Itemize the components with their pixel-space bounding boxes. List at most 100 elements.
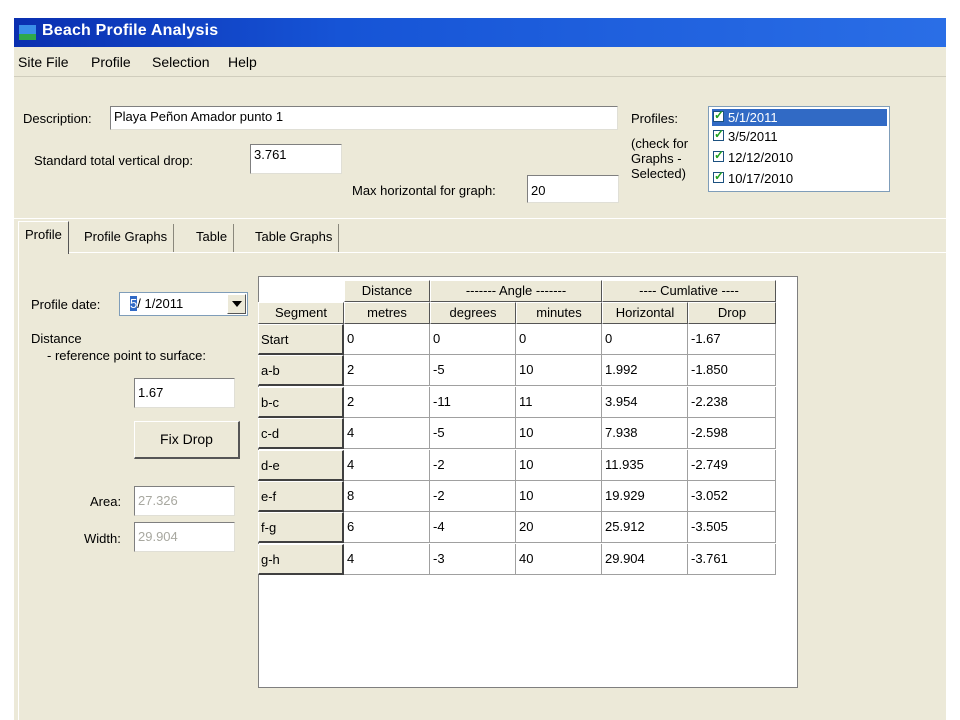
table-cell-minutes[interactable]: 10 xyxy=(516,450,602,481)
column-header-horizontal[interactable]: Horizontal xyxy=(602,302,688,324)
table-cell-degrees[interactable]: -4 xyxy=(430,512,516,543)
table-cell-horizontal[interactable]: 11.935 xyxy=(602,450,688,481)
description-field[interactable]: Playa Peñon Amador punto 1 xyxy=(110,106,618,130)
table-cell-drop[interactable]: -3.761 xyxy=(688,544,776,575)
table-cell-metres[interactable]: 8 xyxy=(344,481,430,512)
profiles-label: Profiles: xyxy=(631,111,678,126)
menu-site-file[interactable]: Site File xyxy=(18,54,69,70)
chevron-down-icon[interactable] xyxy=(227,294,246,314)
row-header[interactable]: f-g xyxy=(258,512,344,543)
table-cell-drop[interactable]: -1.67 xyxy=(688,324,776,355)
table-cell-degrees[interactable]: -3 xyxy=(430,544,516,575)
table-cell-horizontal[interactable]: 29.904 xyxy=(602,544,688,575)
column-header-degrees[interactable]: degrees xyxy=(430,302,516,324)
profiles-checklist[interactable]: 5/1/2011 3/5/2011 12/12/2010 10/17/2010 xyxy=(708,106,890,192)
column-header-drop[interactable]: Drop xyxy=(688,302,776,324)
date-rest: / 1/2011 xyxy=(137,296,184,311)
table-cell-drop[interactable]: -2.749 xyxy=(688,450,776,481)
table-cell-minutes[interactable]: 20 xyxy=(516,512,602,543)
table-cell-degrees[interactable]: 0 xyxy=(430,324,516,355)
reference-label: - reference point to surface: xyxy=(47,348,206,363)
table-cell-degrees[interactable]: -2 xyxy=(430,450,516,481)
table-cell-degrees[interactable]: -11 xyxy=(430,387,516,418)
table-cell-metres[interactable]: 4 xyxy=(344,418,430,449)
area-field: 27.326 xyxy=(134,486,235,516)
width-label: Width: xyxy=(84,531,121,546)
table-cell-drop[interactable]: -3.505 xyxy=(688,512,776,543)
row-header[interactable]: e-f xyxy=(258,481,344,512)
table-cell-drop[interactable]: -3.052 xyxy=(688,481,776,512)
table-cell-horizontal[interactable]: 19.929 xyxy=(602,481,688,512)
row-header[interactable]: b-c xyxy=(258,387,344,418)
table-cell-metres[interactable]: 6 xyxy=(344,512,430,543)
row-header[interactable]: g-h xyxy=(258,544,344,575)
table-cell-minutes[interactable]: 11 xyxy=(516,387,602,418)
table-cell-metres[interactable]: 0 xyxy=(344,324,430,355)
std-drop-label: Standard total vertical drop: xyxy=(34,153,193,168)
reference-distance-field[interactable]: 1.67 xyxy=(134,378,235,408)
width-field: 29.904 xyxy=(134,522,235,552)
area-label: Area: xyxy=(90,494,122,509)
max-horizontal-label: Max horizontal for graph: xyxy=(352,183,496,198)
table-cell-degrees[interactable]: -5 xyxy=(430,355,516,386)
menu-profile[interactable]: Profile xyxy=(91,54,131,70)
menu-bar: Site File Profile Selection Help xyxy=(14,47,946,77)
group-header-distance: Distance xyxy=(344,280,430,302)
table-cell-degrees[interactable]: -5 xyxy=(430,418,516,449)
window-title: Beach Profile Analysis xyxy=(42,22,219,39)
fix-drop-button[interactable]: Fix Drop xyxy=(134,421,240,459)
std-drop-field[interactable]: 3.761 xyxy=(250,144,342,174)
table-cell-horizontal[interactable]: 3.954 xyxy=(602,387,688,418)
checkbox-checked-icon[interactable] xyxy=(713,127,724,141)
table-cell-minutes[interactable]: 40 xyxy=(516,544,602,575)
tab-profile[interactable]: Profile xyxy=(18,221,69,254)
group-header-cumulative: ---- Cumlative ---- xyxy=(602,280,776,302)
table-cell-horizontal[interactable]: 7.938 xyxy=(602,418,688,449)
row-header[interactable]: a-b xyxy=(258,355,344,386)
profile-item[interactable]: 5/1/2011 xyxy=(712,108,887,126)
row-header[interactable]: d-e xyxy=(258,450,344,481)
row-header[interactable]: c-d xyxy=(258,418,344,449)
profile-item[interactable]: 3/5/2011 xyxy=(712,127,887,145)
table-cell-minutes[interactable]: 0 xyxy=(516,324,602,355)
table-cell-metres[interactable]: 2 xyxy=(344,387,430,418)
table-cell-drop[interactable]: -2.598 xyxy=(688,418,776,449)
title-bar[interactable]: Beach Profile Analysis xyxy=(14,18,946,47)
table-cell-horizontal[interactable]: 1.992 xyxy=(602,355,688,386)
checkbox-checked-icon[interactable] xyxy=(713,148,724,162)
tab-table[interactable]: Table xyxy=(190,224,235,252)
row-header[interactable]: Start xyxy=(258,324,344,355)
checkbox-checked-icon[interactable] xyxy=(713,108,724,122)
date-value: 5/ 1/2011 xyxy=(130,296,183,311)
profiles-hint-1: (check for xyxy=(631,136,689,151)
profile-date-text: 10/17/2010 xyxy=(728,171,794,186)
profile-item[interactable]: 10/17/2010 xyxy=(712,169,887,187)
column-header-metres[interactable]: metres xyxy=(344,302,430,324)
max-horizontal-field[interactable]: 20 xyxy=(527,175,619,203)
tab-table-graphs[interactable]: Table Graphs xyxy=(249,224,340,252)
tab-profile-graphs[interactable]: Profile Graphs xyxy=(78,224,175,252)
table-cell-metres[interactable]: 4 xyxy=(344,450,430,481)
profiles-hint-3: Selected) xyxy=(631,166,686,181)
table-cell-metres[interactable]: 2 xyxy=(344,355,430,386)
table-cell-horizontal[interactable]: 0 xyxy=(602,324,688,355)
column-header-minutes[interactable]: minutes xyxy=(516,302,602,324)
table-cell-minutes[interactable]: 10 xyxy=(516,481,602,512)
app-window: Beach Profile Analysis Site File Profile… xyxy=(14,18,946,720)
group-header-angle: ------- Angle ------- xyxy=(430,280,602,302)
profile-date-picker[interactable]: 5/ 1/2011 xyxy=(119,292,248,316)
tab-strip: Profile Profile Graphs Table Table Graph… xyxy=(14,218,946,254)
table-cell-metres[interactable]: 4 xyxy=(344,544,430,575)
table-cell-degrees[interactable]: -2 xyxy=(430,481,516,512)
table-cell-horizontal[interactable]: 25.912 xyxy=(602,512,688,543)
profile-date-text: 12/12/2010 xyxy=(728,150,794,165)
profile-item[interactable]: 12/12/2010 xyxy=(712,148,887,166)
table-cell-minutes[interactable]: 10 xyxy=(516,418,602,449)
column-header-segment[interactable]: Segment xyxy=(258,302,344,324)
table-cell-drop[interactable]: -2.238 xyxy=(688,387,776,418)
table-cell-drop[interactable]: -1.850 xyxy=(688,355,776,386)
menu-selection[interactable]: Selection xyxy=(152,54,210,70)
checkbox-checked-icon[interactable] xyxy=(713,169,724,183)
table-cell-minutes[interactable]: 10 xyxy=(516,355,602,386)
menu-help[interactable]: Help xyxy=(228,54,257,70)
